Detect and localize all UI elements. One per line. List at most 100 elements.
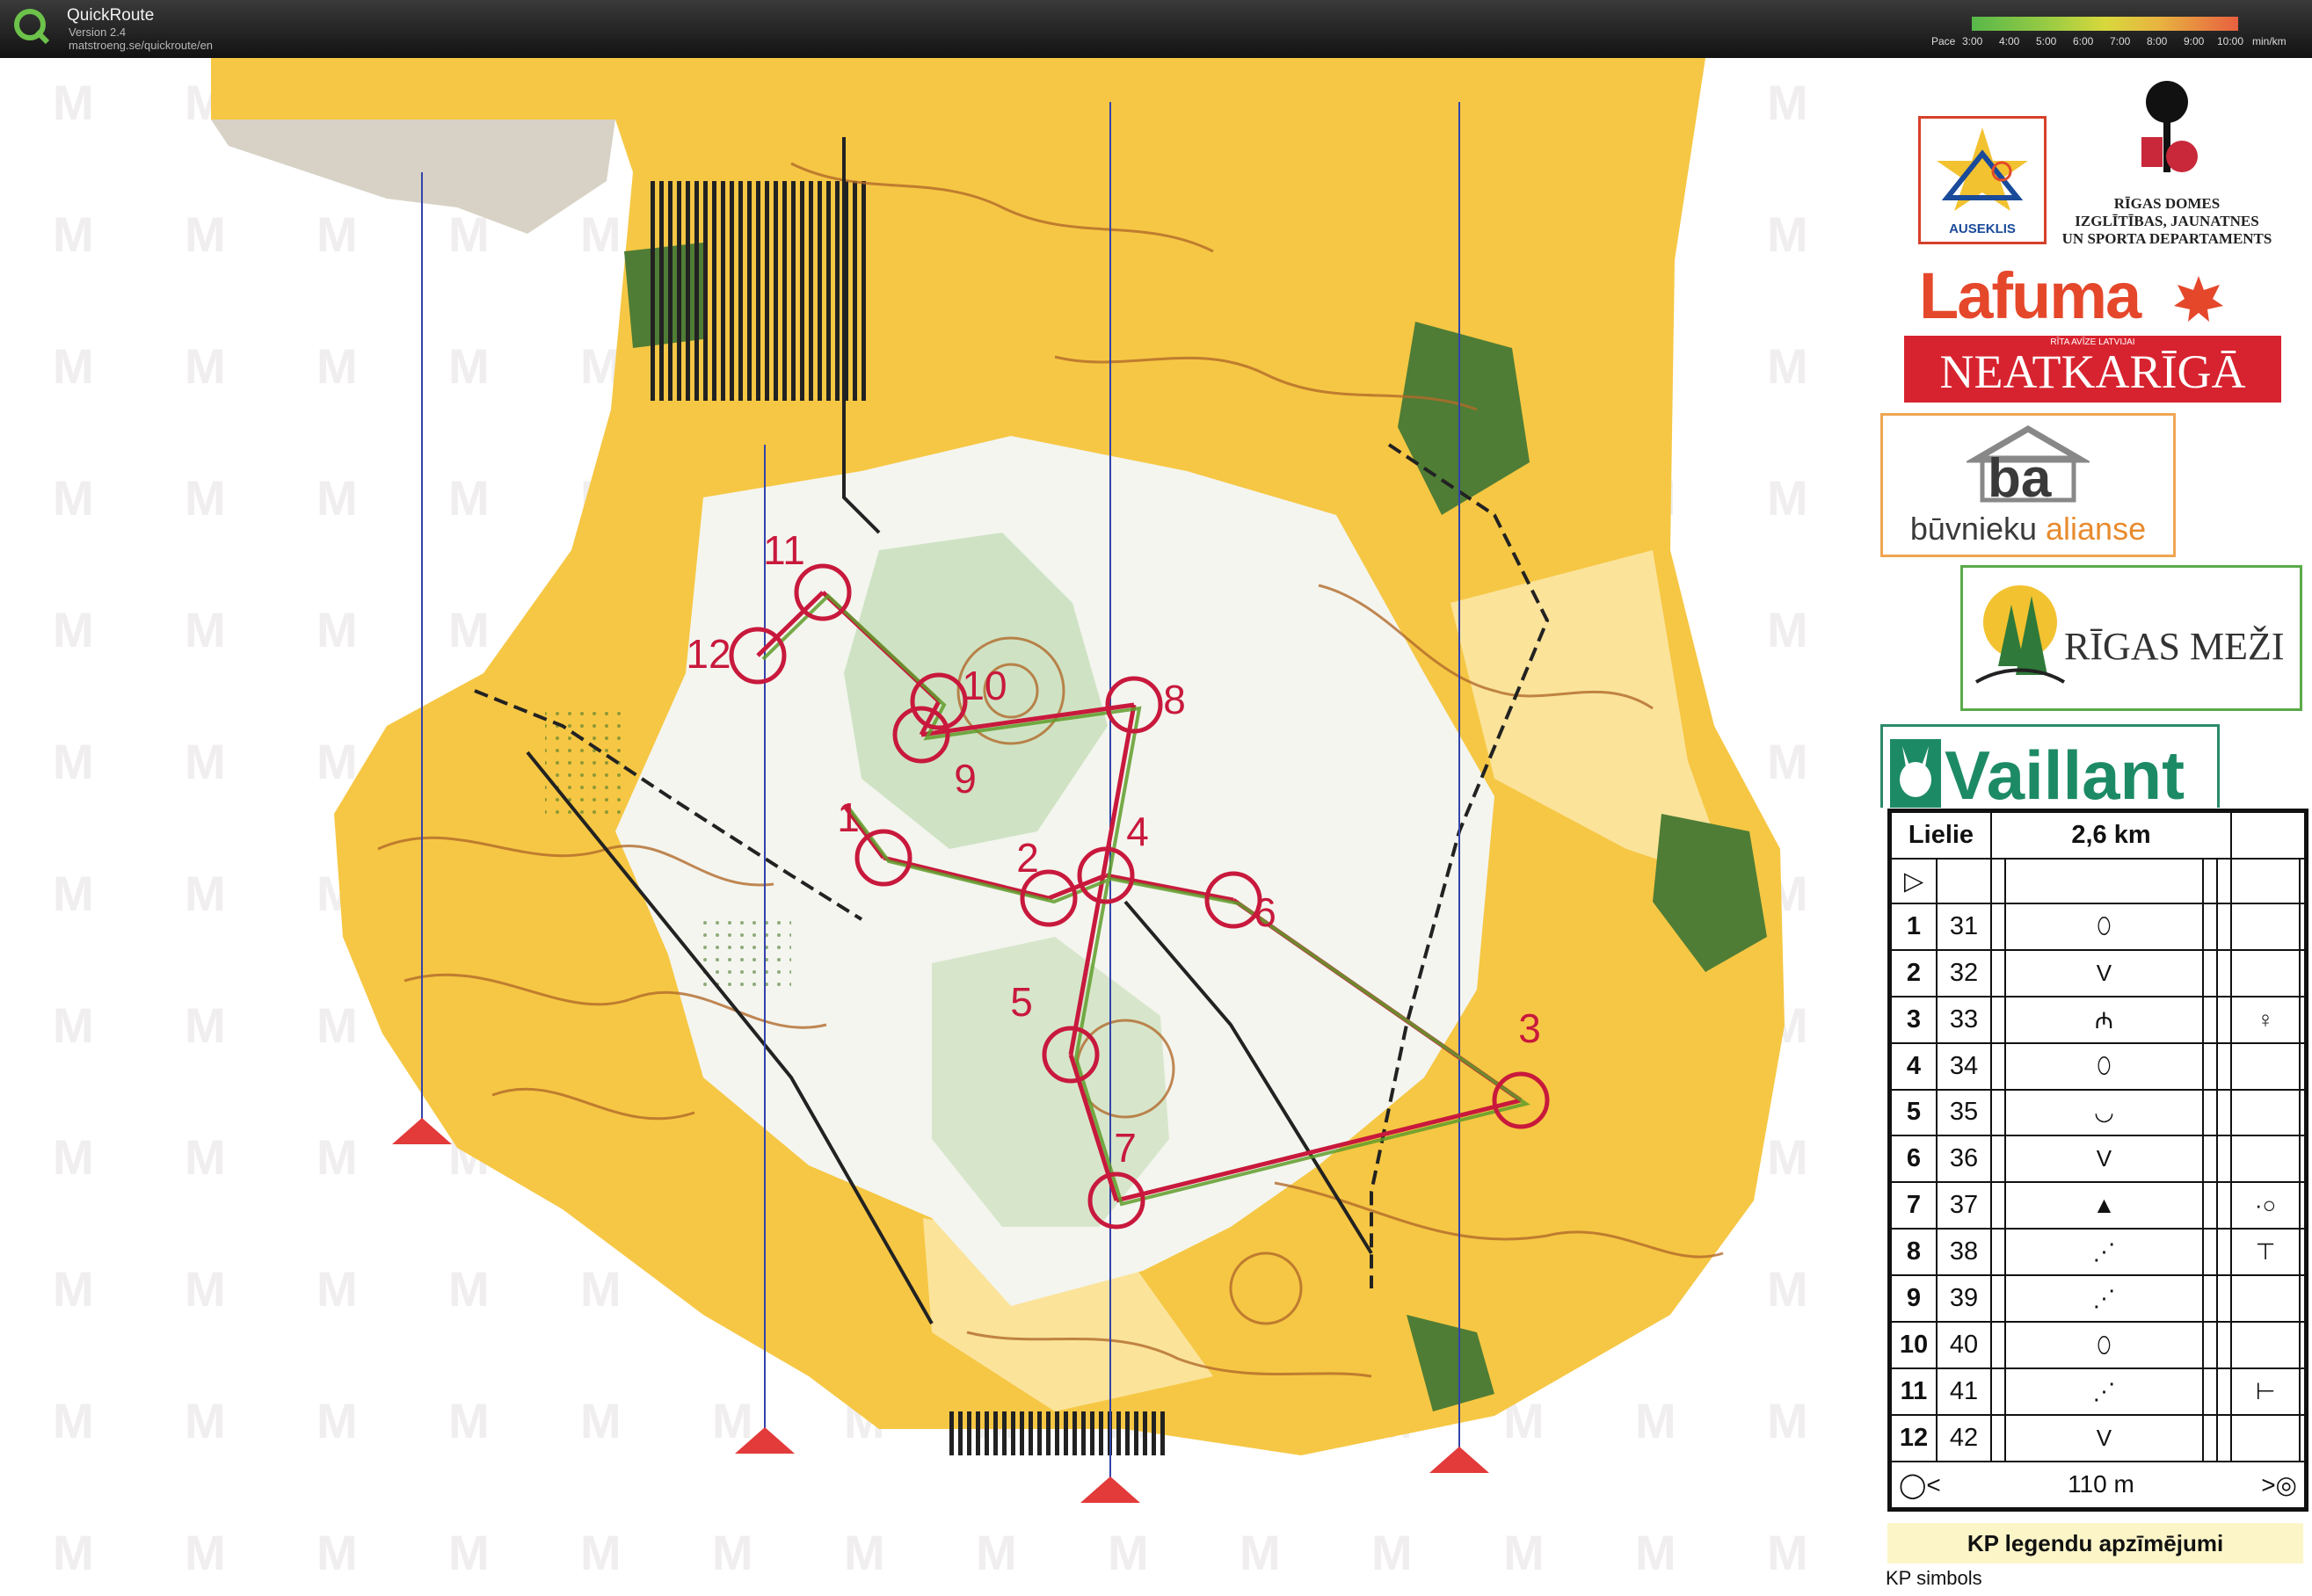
empty-cell <box>2299 1413 2306 1463</box>
empty-cell <box>1989 1274 2007 1324</box>
empty-cell <box>2299 995 2306 1044</box>
description-row: 10 40 ⬯ <box>1890 1321 2306 1370</box>
location-symbol <box>2230 1135 2301 1184</box>
description-row: 7 37 ▲ ·○ <box>1890 1181 2306 1230</box>
pace-tick: 9:00 <box>2184 35 2205 47</box>
control-label: 11 <box>763 527 805 573</box>
pace-label: Pace <box>1931 35 1956 47</box>
torch-emblem-icon <box>2141 81 2198 172</box>
empty-cell <box>2201 1088 2218 1137</box>
pace-color-scale[interactable] <box>1972 17 2238 31</box>
quickroute-logo-icon <box>14 9 50 45</box>
control-label: 1 <box>837 794 860 840</box>
empty-cell <box>2299 1041 2306 1091</box>
empty-cell <box>2299 1321 2306 1370</box>
map-canvas[interactable]: M <box>0 58 1868 1596</box>
location-symbol: ⊢ <box>2230 1367 2301 1416</box>
pace-tick: 8:00 <box>2147 35 2168 47</box>
empty-cell <box>2299 1228 2306 1277</box>
empty-cell <box>2201 948 2218 997</box>
empty-cell <box>2299 1135 2306 1184</box>
start-symbol-icon: ▷ <box>1890 857 1938 904</box>
control-label: 12 <box>686 631 731 677</box>
empty-cell <box>1989 1181 2007 1230</box>
location-symbol <box>2230 1041 2301 1091</box>
bunny-icon <box>1890 739 1941 808</box>
feature-symbol: ₼ <box>2004 995 2204 1044</box>
pace-tick-labels: 3:00 4:00 5:00 6:00 7:00 8:00 9:00 10:00 <box>1960 35 2250 49</box>
empty-cell <box>2201 1041 2218 1091</box>
industrial-building <box>651 181 870 401</box>
description-row: 5 35 ◡ <box>1890 1088 2306 1137</box>
finish-end-icon: >◎ <box>2261 1471 2297 1499</box>
control-code: 32 <box>1936 948 1992 997</box>
control-code: 38 <box>1936 1228 1992 1277</box>
feature-symbol: ⬯ <box>2004 1321 2204 1370</box>
empty-cell <box>2215 1041 2233 1091</box>
location-symbol <box>2230 948 2301 997</box>
empty-cell <box>2215 1135 2233 1184</box>
control-number: 4 <box>1890 1041 1938 1091</box>
neatkariga-tagline: RĪTA AVĪZE LATVIJAI <box>2050 337 2135 347</box>
control-code: 36 <box>1936 1135 1992 1184</box>
empty-cell <box>1989 995 2007 1044</box>
riga-council-logo: RĪGAS DOMES IZGLĪTĪBAS, JAUNATNES UN SPO… <box>2053 76 2281 251</box>
feature-symbol: ▲ <box>2004 1181 2204 1230</box>
empty-cell <box>2215 948 2233 997</box>
empty-cell <box>1989 1228 2007 1277</box>
control-code: 40 <box>1936 1321 1992 1370</box>
control-number: 12 <box>1890 1413 1938 1463</box>
empty-cell <box>1989 1321 2007 1370</box>
title-bar: QuickRoute Version 2.4 matstroeng.se/qui… <box>0 0 2312 58</box>
feature-symbol: V <box>2004 948 2204 997</box>
location-symbol <box>2230 1321 2301 1370</box>
maple-leaf-icon <box>2174 276 2223 322</box>
finish-distance: 110 m <box>2068 1470 2134 1498</box>
location-symbol <box>2230 902 2301 951</box>
feature-symbol: ⋰ <box>2004 1274 2204 1324</box>
empty-cell <box>2215 1181 2233 1230</box>
app-version: Version 2.4 <box>69 25 127 39</box>
lafuma-text: Lafuma <box>1919 259 2141 332</box>
empty-cell <box>2215 1274 2233 1324</box>
description-row: 2 32 V <box>1890 948 2306 997</box>
control-label: 9 <box>954 756 977 802</box>
location-symbol: ♀ <box>2230 995 2301 1044</box>
neatkariga-logo: RĪTA AVĪZE LATVIJAI NEATKARĪGĀ <box>1904 336 2281 403</box>
control-code: 34 <box>1936 1041 1992 1091</box>
app-url[interactable]: matstroeng.se/quickroute/en <box>69 39 213 52</box>
buvnieku-alianse-logo: ba būvnieku alianse <box>1880 413 2176 557</box>
description-row: 6 36 V <box>1890 1135 2306 1184</box>
feature-symbol: ⬯ <box>2004 1041 2204 1091</box>
rigas-mezi-text: RĪGAS MEŽI <box>2064 625 2285 668</box>
control-number: 2 <box>1890 948 1938 997</box>
empty-cell <box>2299 902 2306 951</box>
app-name: QuickRoute <box>67 6 155 25</box>
empty-cell <box>1989 1413 2007 1463</box>
orienteering-map[interactable]: M <box>0 58 1868 1596</box>
rigas-mezi-logo: RĪGAS MEŽI <box>1960 565 2302 711</box>
feature-symbol: V <box>2004 1413 2204 1463</box>
legend-subtitle: KP simbols <box>1886 1567 1982 1589</box>
location-symbol <box>2230 1413 2301 1463</box>
empty-cell <box>2201 1274 2218 1324</box>
feature-symbol: V <box>2004 1135 2204 1184</box>
control-label: 7 <box>1114 1125 1137 1171</box>
empty-cell <box>1989 1135 2007 1184</box>
vaillant-text: Vaillant <box>1945 736 2185 808</box>
control-label: 10 <box>962 663 1007 708</box>
pace-unit: min/km <box>2252 35 2287 47</box>
empty-cell <box>2215 902 2233 951</box>
pace-tick: 5:00 <box>2036 35 2057 47</box>
control-code: 31 <box>1936 902 1992 951</box>
location-symbol <box>2230 1274 2301 1324</box>
control-label: 2 <box>1016 835 1039 881</box>
control-number: 6 <box>1890 1135 1938 1184</box>
empty-cell <box>2215 1321 2233 1370</box>
location-symbol: ⊤ <box>2230 1228 2301 1277</box>
control-number: 7 <box>1890 1181 1938 1230</box>
control-number: 11 <box>1890 1367 1938 1416</box>
lafuma-logo: Lafuma <box>1919 258 2223 334</box>
control-description-sheet: Lielie 2,6 km ▷ 1 31 ⬯ 2 32 V 3 33 ₼ ♀ 4 34 ⬯ 5 35 ◡ 6 36… <box>1887 809 2308 1512</box>
ba-mark: ba <box>1988 448 2052 504</box>
